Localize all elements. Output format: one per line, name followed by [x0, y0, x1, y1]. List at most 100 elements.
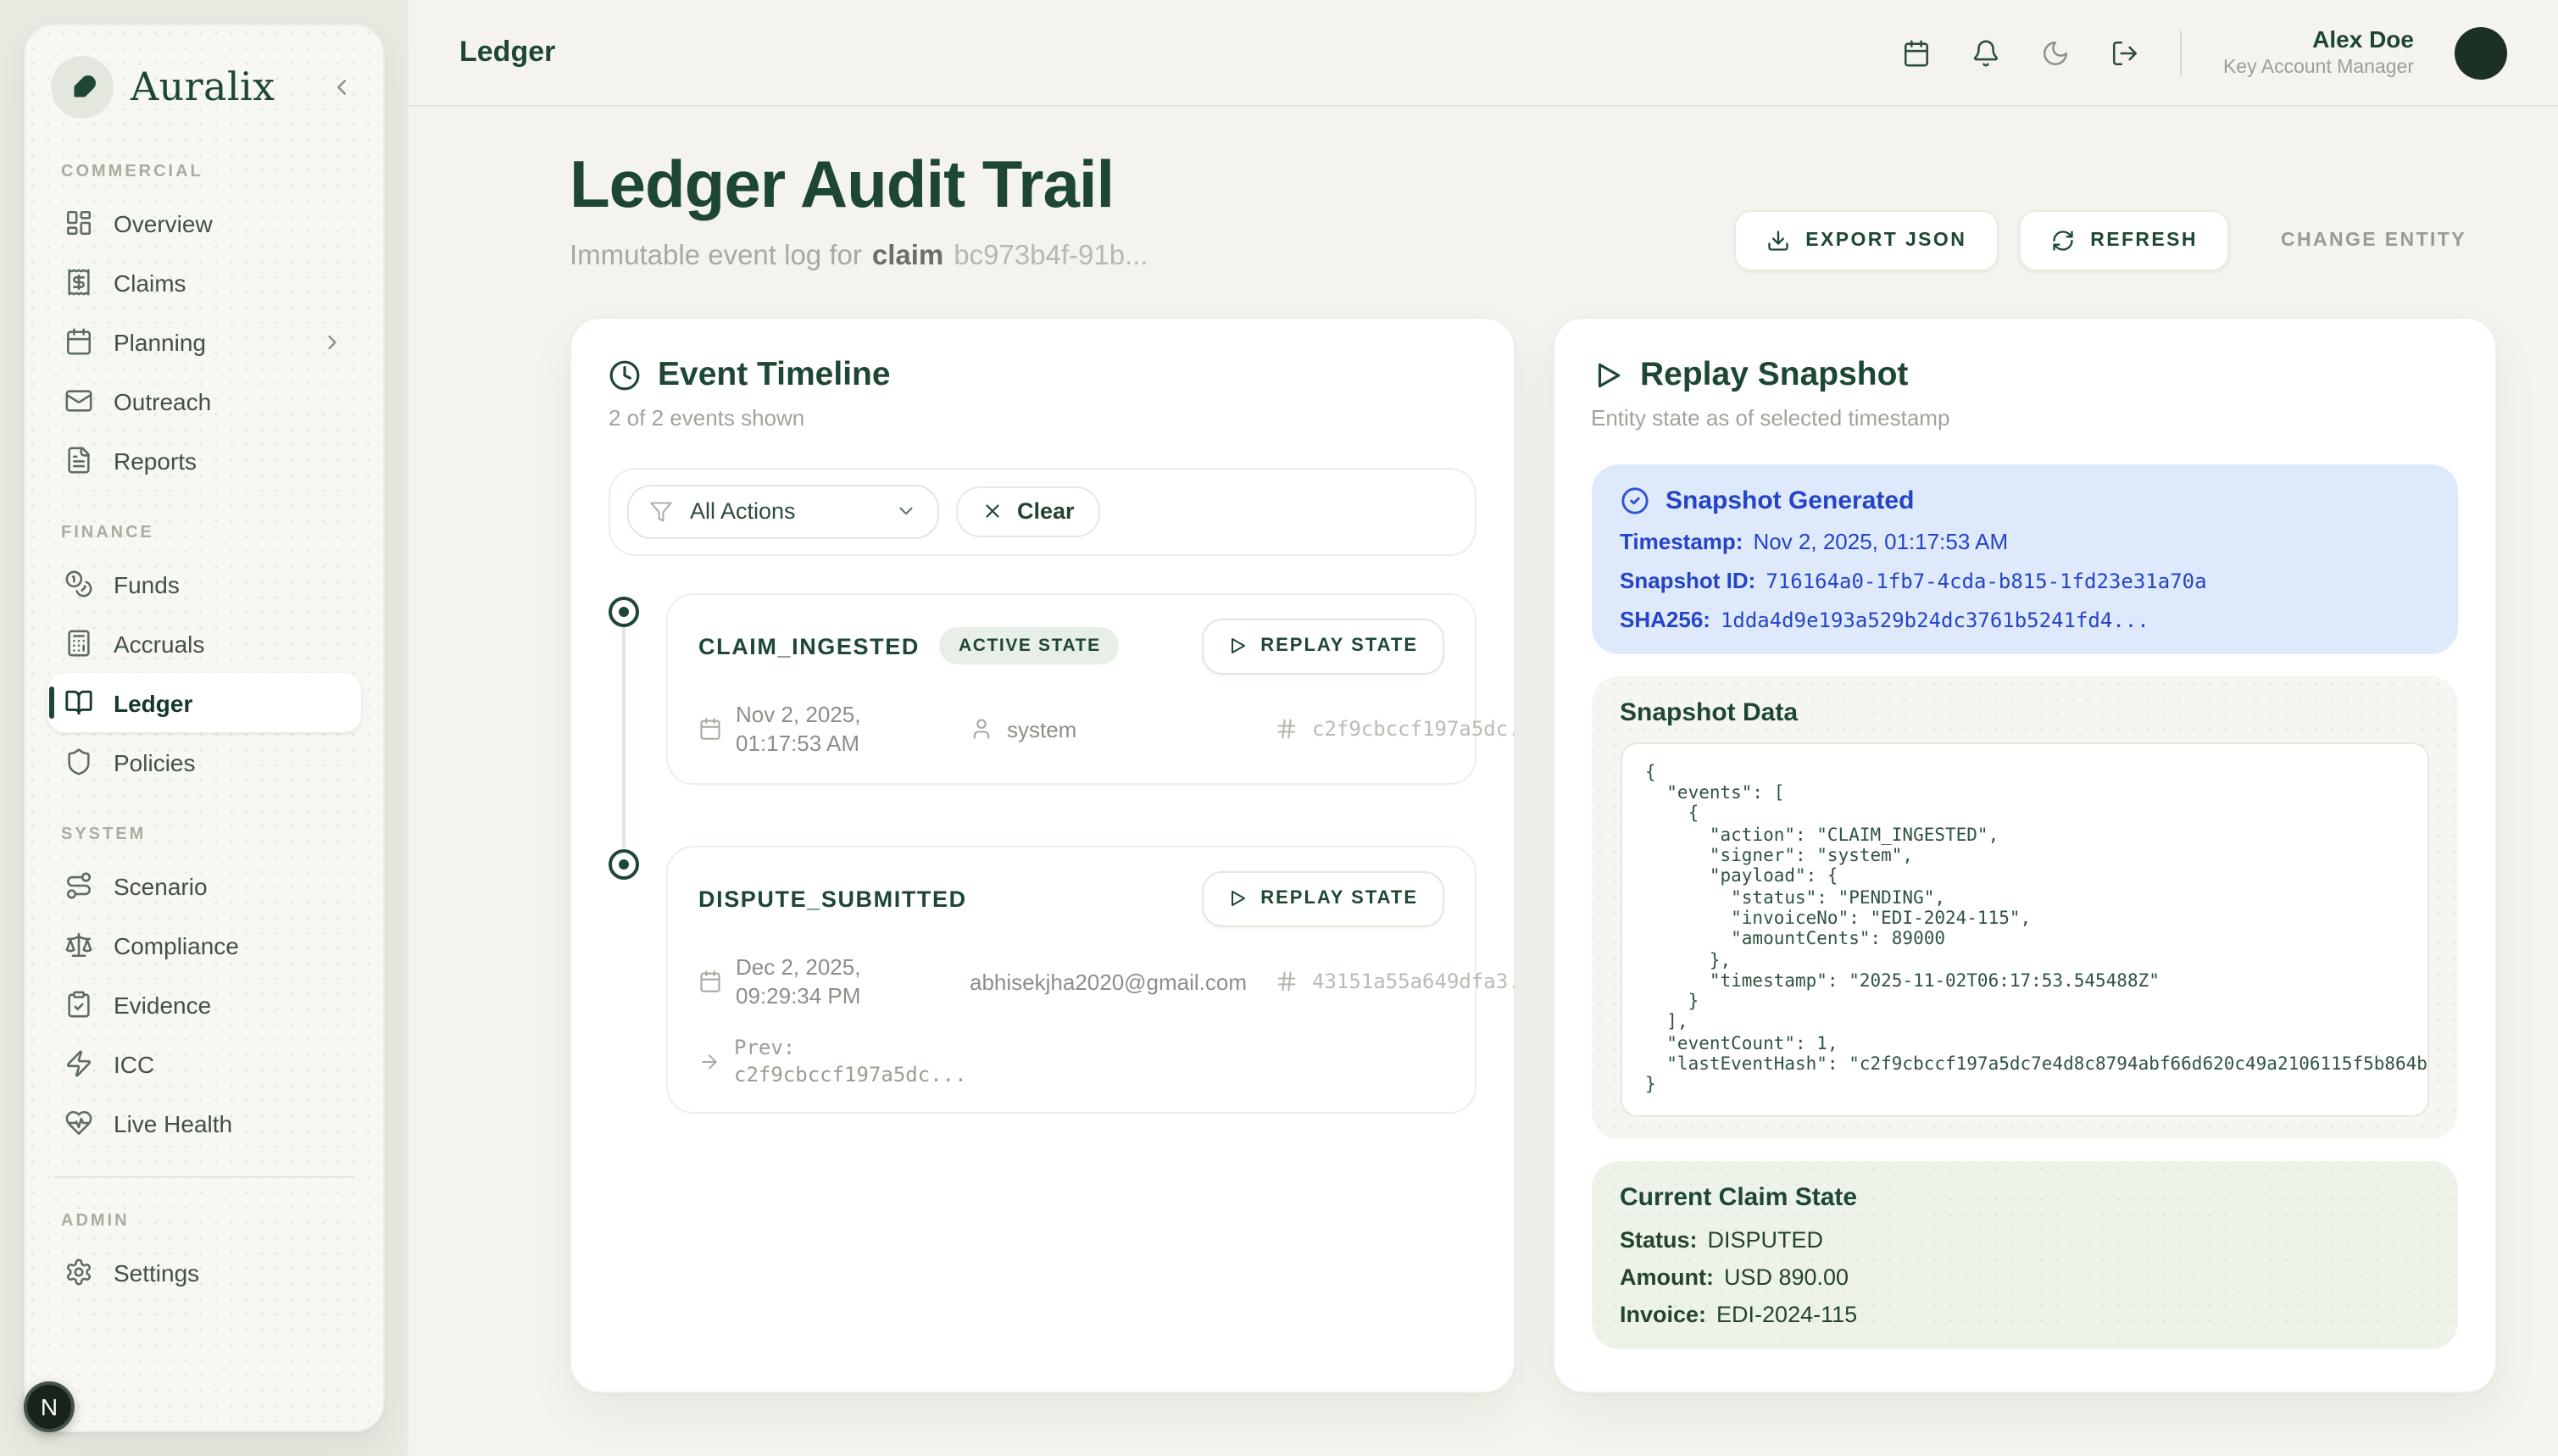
brand-logo: [51, 56, 114, 119]
event-signer: system: [970, 717, 1261, 742]
event-header: DISPUTE_SUBMITTED REPLAY STATE: [698, 871, 1443, 927]
zap-icon: [64, 1049, 93, 1078]
change-entity-button[interactable]: CHANGE ENTITY: [2250, 210, 2497, 271]
receipt-icon: [64, 268, 93, 297]
export-json-label: EXPORT JSON: [1805, 231, 1966, 251]
current-claim-state-panel: Current Claim State Status: DISPUTED Amo…: [1591, 1160, 2458, 1348]
snapshot-generated-box: Snapshot Generated Timestamp: Nov 2, 202…: [1591, 464, 2458, 654]
coins-icon: [64, 570, 93, 598]
refresh-button[interactable]: REFRESH: [2019, 210, 2230, 271]
event-action: DISPUTE_SUBMITTED: [698, 886, 967, 912]
sidebar-item-label: Settings: [114, 1259, 199, 1286]
clear-filter-button[interactable]: Clear: [956, 486, 1100, 537]
sidebar-item-reports[interactable]: Reports: [47, 431, 361, 490]
sidebar-item-label: Overview: [114, 209, 213, 236]
sidebar-item-policies[interactable]: Policies: [47, 732, 361, 792]
sidebar-item-ledger[interactable]: Ledger: [47, 673, 361, 732]
event-card-claim-ingested[interactable]: CLAIM_INGESTED ACTIVE STATE REPLAY STATE: [666, 593, 1476, 785]
sidebar-item-live-health[interactable]: Live Health: [47, 1093, 361, 1153]
timeline-node-dot: [619, 607, 629, 617]
topbar: Ledger Alex Doe Key Account Manager: [409, 0, 2558, 107]
sidebar-item-evidence[interactable]: Evidence: [47, 975, 361, 1034]
timeline-title: Event Timeline: [658, 356, 891, 395]
notifications-button[interactable]: [1972, 38, 2001, 67]
cards-grid: Event Timeline 2 of 2 events shown All A…: [570, 317, 2497, 1393]
sha256-value: 1dda4d9e193a529b24dc3761b5241fd4...: [1721, 609, 2149, 632]
dev-badge[interactable]: N: [24, 1381, 75, 1432]
route-icon: [64, 871, 93, 900]
replay-state-button[interactable]: REPLAY STATE: [1201, 619, 1443, 675]
action-filter-select[interactable]: All Actions: [627, 485, 939, 539]
page-subtitle: Immutable event log for claim bc973b4f-9…: [570, 241, 1148, 273]
logout-button[interactable]: [2111, 38, 2140, 67]
sidebar-item-label: Live Health: [114, 1109, 232, 1136]
dashboard-icon: [64, 208, 93, 237]
heart-pulse-icon: [64, 1109, 93, 1137]
sidebar-item-outreach[interactable]: Outreach: [47, 371, 361, 431]
snapshot-data-codebox[interactable]: { "events": [ { "action": "CLAIM_INGESTE…: [1620, 742, 2429, 1117]
timeline-card-header: Event Timeline: [609, 356, 1476, 395]
invoice-value: EDI-2024-115: [1716, 1301, 1857, 1326]
sidebar-item-settings[interactable]: Settings: [47, 1242, 361, 1302]
hash-icon: [1275, 718, 1298, 742]
sidebar-item-label: Outreach: [114, 387, 211, 414]
snapshot-subtitle: Entity state as of selected timestamp: [1591, 405, 2458, 431]
event-meta: Nov 2, 2025, 01:17:53 AM system c2f9cbcc…: [698, 700, 1443, 759]
sidebar-item-planning[interactable]: Planning: [47, 312, 361, 371]
sidebar-section-admin: ADMIN: [61, 1212, 348, 1231]
sidebar-item-accruals[interactable]: Accruals: [47, 614, 361, 673]
replay-state-button[interactable]: REPLAY STATE: [1201, 871, 1443, 927]
feather-icon: [67, 72, 97, 103]
calendar-button[interactable]: [1903, 38, 1932, 67]
sidebar-item-label: Policies: [114, 748, 196, 775]
snapshot-timestamp-row: Timestamp: Nov 2, 2025, 01:17:53 AM: [1620, 529, 2429, 554]
sidebar-header: Auralix: [47, 53, 361, 129]
calendar-icon: [1903, 38, 1932, 67]
avatar[interactable]: [2455, 26, 2507, 79]
sidebar-collapse-button[interactable]: [325, 71, 358, 103]
theme-toggle-button[interactable]: [2042, 38, 2071, 67]
sidebar-item-claims[interactable]: Claims: [47, 253, 361, 312]
invoice-label: Invoice:: [1620, 1301, 1706, 1326]
snapshot-title: Replay Snapshot: [1640, 356, 1908, 395]
subtitle-entity-id: bc973b4f-91b...: [954, 241, 1148, 273]
export-json-button[interactable]: EXPORT JSON: [1734, 210, 1999, 271]
sidebar-item-icc[interactable]: ICC: [47, 1034, 361, 1093]
snapshot-id-label: Snapshot ID:: [1620, 568, 1755, 593]
change-entity-label: CHANGE ENTITY: [2281, 231, 2466, 251]
sidebar-section-system: SYSTEM: [61, 825, 348, 844]
arrow-right-icon: [698, 1050, 720, 1072]
logout-icon: [2111, 38, 2140, 67]
sidebar-item-label: Compliance: [114, 931, 239, 959]
snapshot-sha-row: SHA256: 1dda4d9e193a529b24dc3761b5241fd4…: [1620, 607, 2429, 632]
gear-icon: [64, 1258, 93, 1287]
refresh-icon: [2051, 229, 2075, 253]
sidebar-item-funds[interactable]: Funds: [47, 554, 361, 614]
play-icon: [1226, 636, 1247, 657]
snapshot-data-title: Snapshot Data: [1620, 698, 2429, 727]
sidebar-item-compliance[interactable]: Compliance: [47, 915, 361, 975]
file-text-icon: [64, 446, 93, 475]
sidebar-item-overview[interactable]: Overview: [47, 193, 361, 253]
play-icon: [1591, 359, 1623, 392]
snapshot-generated-header: Snapshot Generated: [1620, 486, 2429, 515]
sha256-label: SHA256:: [1620, 607, 1710, 632]
event-card-dispute-submitted[interactable]: DISPUTE_SUBMITTED REPLAY STATE: [666, 846, 1476, 1114]
sidebar-item-label: ICC: [114, 1050, 154, 1077]
bell-icon: [1972, 38, 2001, 67]
claim-invoice-row: Invoice: EDI-2024-115: [1620, 1301, 2429, 1326]
timeline-row: CLAIM_INGESTED ACTIVE STATE REPLAY STATE: [609, 593, 1476, 785]
sidebar-item-scenario[interactable]: Scenario: [47, 856, 361, 915]
event-signer: abhisekjha2020@gmail.com: [970, 970, 1261, 995]
snapshot-id-row: Snapshot ID: 716164a0-1fb7-4cda-b815-1fd…: [1620, 568, 2429, 593]
sidebar-item-label: Accruals: [114, 630, 204, 657]
chevron-right-icon: [320, 330, 344, 353]
replay-state-label: REPLAY STATE: [1260, 889, 1418, 909]
timestamp-label: Timestamp:: [1620, 529, 1743, 554]
scale-icon: [64, 931, 93, 959]
timeline-node: [609, 849, 639, 880]
snapshot-json: { "events": [ { "action": "CLAIM_INGESTE…: [1645, 763, 2404, 1097]
calendar-icon: [698, 718, 722, 742]
calculator-icon: [64, 629, 93, 658]
active-state-badge: ACTIVE STATE: [940, 628, 1120, 665]
